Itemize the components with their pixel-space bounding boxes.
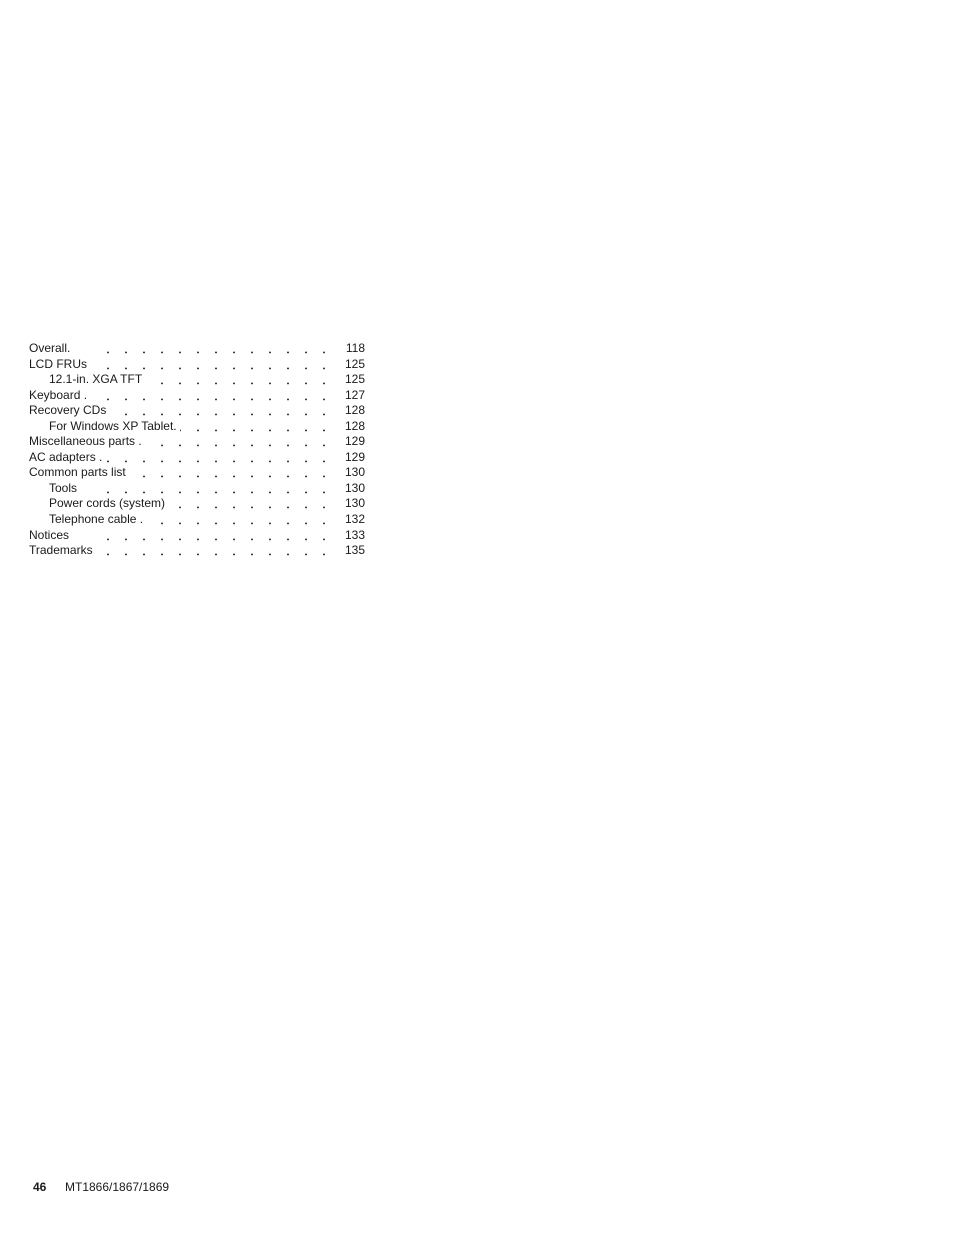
toc-entry-page-number: 132 [340, 512, 365, 528]
toc-entry-page-number: 128 [340, 403, 365, 419]
toc-entry-page-number: 129 [340, 449, 365, 466]
toc-entry-label: Miscellaneous parts . [29, 434, 145, 450]
toc-entry-label: Power cords (system) [49, 496, 169, 513]
toc-dot-leader [107, 480, 334, 497]
toc-entry-label: Trademarks [29, 543, 96, 559]
toc-entry-label: Recovery CDs [29, 403, 110, 419]
toc-entry-label: LCD FRUs [29, 356, 91, 373]
footer-model-identifier: MT1866/1867/1869 [65, 1180, 170, 1194]
footer-page-number: 46 [33, 1180, 47, 1194]
toc-entry-page-number: 118 [341, 341, 365, 357]
toc-entry-page-number: 125 [340, 356, 365, 373]
toc-entry[interactable]: Recovery CDs 128 [29, 403, 365, 419]
toc-dot-leader [107, 387, 334, 404]
toc-entry[interactable]: LCD FRUs 125 [29, 356, 365, 373]
toc-entry-label: Tools [49, 480, 81, 497]
toc-entry[interactable]: Notices 133 [29, 527, 365, 544]
toc-entry-label: Telephone cable . [49, 512, 147, 528]
toc-entry[interactable]: For Windows XP Tablet. 128 [29, 418, 365, 435]
toc-entry[interactable]: 12.1-in. XGA TFT 125 [29, 372, 365, 388]
table-of-contents: Overall. 118 LCD FRUs 125 12.1-in. XGA TFT 12… [29, 341, 365, 559]
toc-entry[interactable]: Keyboard . 127 [29, 387, 365, 404]
page-footer: 46 MT1866/1867/1869 [33, 1180, 169, 1195]
toc-entry-page-number: 133 [340, 527, 365, 544]
toc-entry[interactable]: Telephone cable . 132 [29, 512, 365, 528]
toc-entry-page-number: 130 [340, 465, 365, 481]
toc-entry-label: Overall. [29, 341, 74, 357]
toc-entry[interactable]: Overall. 118 [29, 341, 365, 357]
toc-entry-page-number: 127 [340, 387, 365, 404]
toc-entry-page-number: 128 [340, 418, 365, 435]
toc-entry[interactable]: Tools 130 [29, 480, 365, 497]
toc-dot-leader [107, 341, 334, 357]
toc-entry[interactable]: Power cords (system) 130 [29, 496, 365, 513]
toc-dot-leader [107, 356, 334, 373]
toc-entry-label: AC adapters . [29, 449, 106, 466]
toc-dot-leader [107, 465, 334, 481]
toc-dot-leader [107, 527, 334, 544]
toc-entry-page-number: 129 [340, 434, 365, 450]
toc-entry-page-number: 130 [340, 496, 365, 513]
toc-entry[interactable]: Common parts list 130 [29, 465, 365, 481]
toc-dot-leader [107, 449, 334, 466]
toc-entry-page-number: 130 [340, 480, 365, 497]
toc-entry-label: Notices [29, 527, 73, 544]
toc-entry[interactable]: AC adapters . 129 [29, 449, 365, 466]
toc-entry-label: Common parts list [29, 465, 129, 481]
document-page: Overall. 118 LCD FRUs 125 12.1-in. XGA TFT 12… [0, 0, 954, 1235]
toc-entry-page-number: 135 [340, 543, 365, 559]
toc-entry-label: For Windows XP Tablet. [49, 418, 180, 435]
toc-entry[interactable]: Trademarks 135 [29, 543, 365, 559]
toc-entry-label: 12.1-in. XGA TFT [49, 372, 146, 388]
toc-dot-leader [107, 543, 334, 559]
toc-dot-leader [107, 403, 334, 419]
toc-entry-label: Keyboard . [29, 387, 91, 404]
toc-entry[interactable]: Miscellaneous parts . 129 [29, 434, 365, 450]
toc-entry-page-number: 125 [340, 372, 365, 388]
